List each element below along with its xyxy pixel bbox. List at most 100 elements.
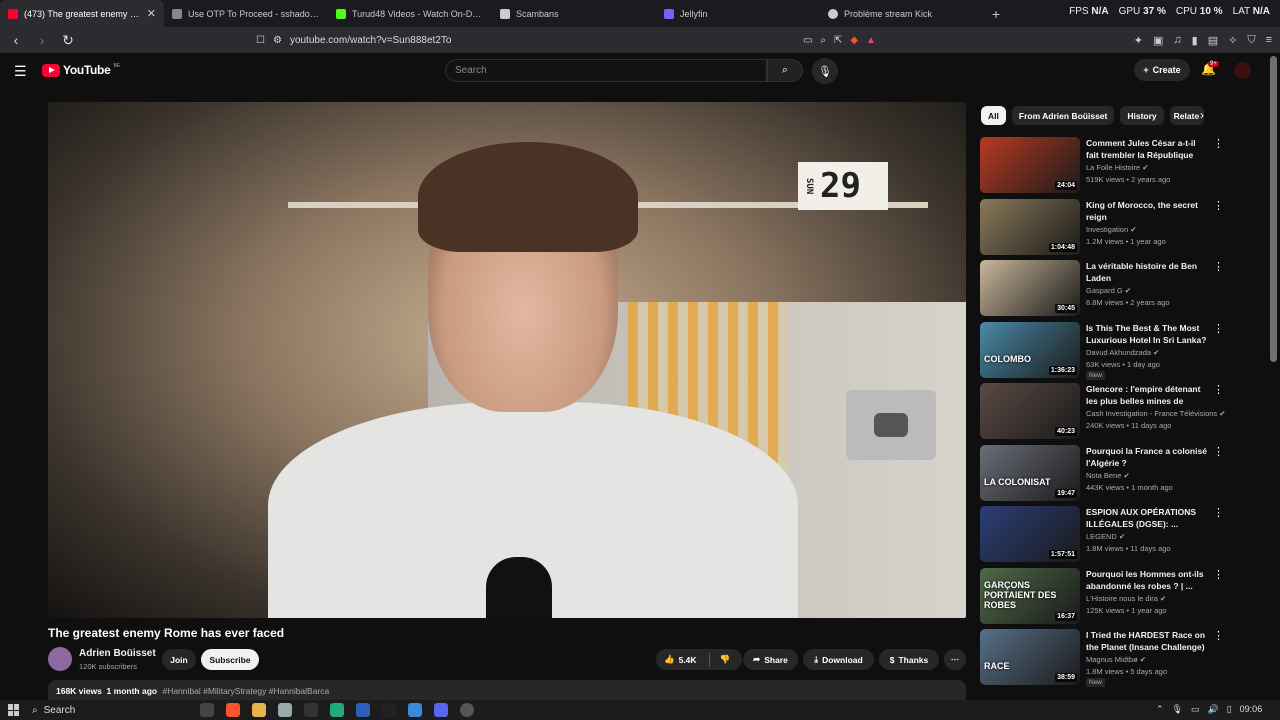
- youtube-logo[interactable]: YouTube BE: [42, 63, 120, 77]
- menu-icon[interactable]: ≡: [1266, 34, 1272, 47]
- extension-icon[interactable]: ▣: [1153, 34, 1163, 47]
- browser-tab-youtube[interactable]: (473) The greatest enemy Ro ✕: [0, 0, 164, 27]
- chip-history[interactable]: History: [1120, 106, 1164, 125]
- channel-name[interactable]: Investigation ✔: [1086, 225, 1137, 234]
- more-options-icon[interactable]: ⋮: [1213, 322, 1224, 335]
- recommended-video[interactable]: GARÇONS PORTAIENT DES ROBES 16:37 Pourquoi…: [980, 567, 1230, 630]
- ai-icon[interactable]: ✧: [1228, 34, 1237, 47]
- more-options-icon[interactable]: ⋮: [1213, 260, 1224, 273]
- search-input[interactable]: Search: [445, 59, 767, 82]
- url-text[interactable]: youtube.com/watch?v=Sun888et2To: [290, 35, 795, 46]
- channel-name[interactable]: La Folle Histoire ✔: [1086, 163, 1149, 172]
- chip-all[interactable]: All: [981, 106, 1006, 125]
- recommended-video[interactable]: 30:45 La véritable histoire de Ben Laden G…: [980, 260, 1230, 322]
- close-tab-icon[interactable]: ✕: [147, 7, 156, 20]
- share-button[interactable]: ➦ Share: [743, 649, 798, 670]
- sidebar-icon[interactable]: ▮: [1192, 34, 1198, 47]
- search-button[interactable]: ⌕: [767, 59, 803, 82]
- channel-name[interactable]: Nota Bene ✔: [1086, 471, 1130, 480]
- more-actions-button[interactable]: ⋯: [944, 649, 966, 670]
- site-info-icon[interactable]: ⚙: [273, 35, 282, 46]
- account-avatar[interactable]: [1234, 62, 1251, 79]
- vpn-icon[interactable]: ⛉: [1247, 34, 1255, 47]
- thumbs-up-icon[interactable]: 👍: [664, 654, 675, 665]
- channel-name[interactable]: LEGEND ✔: [1086, 532, 1125, 541]
- zoom-icon[interactable]: ⌕: [820, 35, 826, 46]
- chevron-right-icon[interactable]: ›: [1200, 108, 1204, 122]
- screen-icon[interactable]: ▭: [803, 35, 812, 46]
- microphone-icon[interactable]: 🎙: [1172, 704, 1183, 715]
- video-title[interactable]: La véritable histoire de Ben Laden: [1086, 260, 1210, 284]
- video-thumbnail[interactable]: COLOMBO 1:36:23: [980, 321, 1080, 378]
- channel-name[interactable]: Magnus Midtbø ✔: [1086, 655, 1146, 664]
- video-thumbnail[interactable]: 40:23: [980, 383, 1080, 439]
- browser-tab-kick-problem[interactable]: Problème stream Kick: [820, 0, 984, 27]
- back-icon[interactable]: ‹: [8, 32, 24, 48]
- volume-icon[interactable]: 🔊: [1208, 704, 1219, 715]
- channel-name[interactable]: Cash Investigation - France Télévisions …: [1086, 409, 1226, 418]
- battery-icon[interactable]: ▯: [1227, 704, 1232, 715]
- word-icon[interactable]: [356, 703, 370, 717]
- recommended-video[interactable]: 40:23 Glencore : l'empire détenant les pl…: [980, 383, 1230, 445]
- share-page-icon[interactable]: ⇱: [834, 35, 842, 46]
- channel-avatar[interactable]: [48, 647, 72, 671]
- recommended-video[interactable]: 1:57:51 ESPION AUX OPÉRATIONS ILLÉGALES (…: [980, 506, 1230, 568]
- brave-shield-icon[interactable]: ◆: [850, 35, 858, 46]
- music-icon[interactable]: ♫: [1173, 34, 1181, 47]
- video-title[interactable]: Is This The Best & The Most Luxurious Ho…: [1086, 322, 1210, 346]
- bookmark-icon[interactable]: ☐: [256, 35, 265, 46]
- task-view-icon[interactable]: [200, 703, 214, 717]
- video-player[interactable]: SUN 29: [48, 102, 966, 618]
- browser-tab-scambans[interactable]: Scambans: [492, 0, 656, 27]
- browser-tab-jellyfin[interactable]: Jellyfin: [656, 0, 820, 27]
- channel-name[interactable]: Adrien Boüisset: [79, 648, 156, 659]
- recommended-video[interactable]: COLOMBO 1:36:23 Is This The Best & The Mos…: [980, 321, 1230, 384]
- clock[interactable]: 09:06: [1240, 704, 1263, 715]
- paint-icon[interactable]: [408, 703, 422, 717]
- video-title[interactable]: King of Morocco, the secret reign: [1086, 199, 1210, 223]
- channel-name[interactable]: Gaspard G ✔: [1086, 286, 1131, 295]
- chevron-up-icon[interactable]: ⌃: [1156, 704, 1164, 715]
- windows-start-icon[interactable]: [8, 704, 20, 716]
- recommended-video[interactable]: LA COLONISAT 19:47 Pourquoi la France a co…: [980, 444, 1230, 507]
- thumbs-down-icon[interactable]: 👎: [720, 654, 731, 665]
- page-scrollbar[interactable]: [1270, 56, 1277, 362]
- video-thumbnail[interactable]: 1:04:48: [980, 198, 1080, 255]
- recommended-video[interactable]: RACE 38:59 I Tried the HARDEST Race on the…: [980, 629, 1230, 691]
- obs-icon[interactable]: [460, 703, 474, 717]
- more-options-icon[interactable]: ⋮: [1213, 383, 1224, 396]
- more-options-icon[interactable]: ⋮: [1213, 199, 1224, 212]
- video-title[interactable]: Glencore : l'empire détenant les plus be…: [1086, 383, 1210, 407]
- join-button[interactable]: Join: [162, 649, 196, 670]
- video-title[interactable]: Comment Jules César a-t-il fait trembler…: [1086, 137, 1210, 161]
- puzzle-icon[interactable]: ✦: [1134, 34, 1143, 47]
- video-thumbnail[interactable]: 1:57:51: [980, 506, 1080, 562]
- video-title[interactable]: Pourquoi les Hommes ont-ils abandonné le…: [1086, 568, 1210, 592]
- more-options-icon[interactable]: ⋮: [1213, 137, 1224, 150]
- more-options-icon[interactable]: ⋮: [1213, 568, 1224, 581]
- recommended-video[interactable]: 1:04:48 King of Morocco, the secret reign…: [980, 198, 1230, 261]
- channel-name[interactable]: L'Histoire nous le dira ✔: [1086, 594, 1166, 603]
- channel-name[interactable]: Davud Akhundzada ✔: [1086, 348, 1159, 357]
- more-options-icon[interactable]: ⋮: [1213, 629, 1224, 642]
- network-icon[interactable]: ▭: [1191, 704, 1200, 715]
- file-explorer-icon[interactable]: [252, 703, 266, 717]
- subscribe-button[interactable]: Subscribe: [201, 649, 259, 670]
- video-thumbnail[interactable]: GARÇONS PORTAIENT DES ROBES 16:37: [980, 567, 1080, 624]
- more-options-icon[interactable]: ⋮: [1213, 445, 1224, 458]
- notepad-icon[interactable]: [278, 703, 292, 717]
- hashtags[interactable]: #Hannibal #MilitaryStrategy #HannibalBar…: [162, 686, 329, 696]
- video-title[interactable]: I Tried the HARDEST Race on the Planet (…: [1086, 629, 1210, 653]
- video-title[interactable]: ESPION AUX OPÉRATIONS ILLÉGALES (DGSE): …: [1086, 506, 1210, 530]
- video-title[interactable]: Pourquoi la France a colonisé l'Algérie …: [1086, 445, 1210, 469]
- chip-from-channel[interactable]: From Adrien Boüisset: [1011, 106, 1115, 125]
- like-dislike-group[interactable]: 👍 5.4K 👎: [656, 649, 742, 670]
- download-button[interactable]: ⤓ Download: [803, 649, 874, 670]
- discord-icon[interactable]: [434, 703, 448, 717]
- app-icon[interactable]: [304, 703, 318, 717]
- new-tab-button[interactable]: +: [984, 6, 1008, 22]
- forward-icon[interactable]: ›: [34, 32, 50, 48]
- brave-rewards-icon[interactable]: ▲: [866, 35, 876, 46]
- chrome-icon[interactable]: [330, 703, 344, 717]
- video-thumbnail[interactable]: RACE 38:59: [980, 629, 1080, 685]
